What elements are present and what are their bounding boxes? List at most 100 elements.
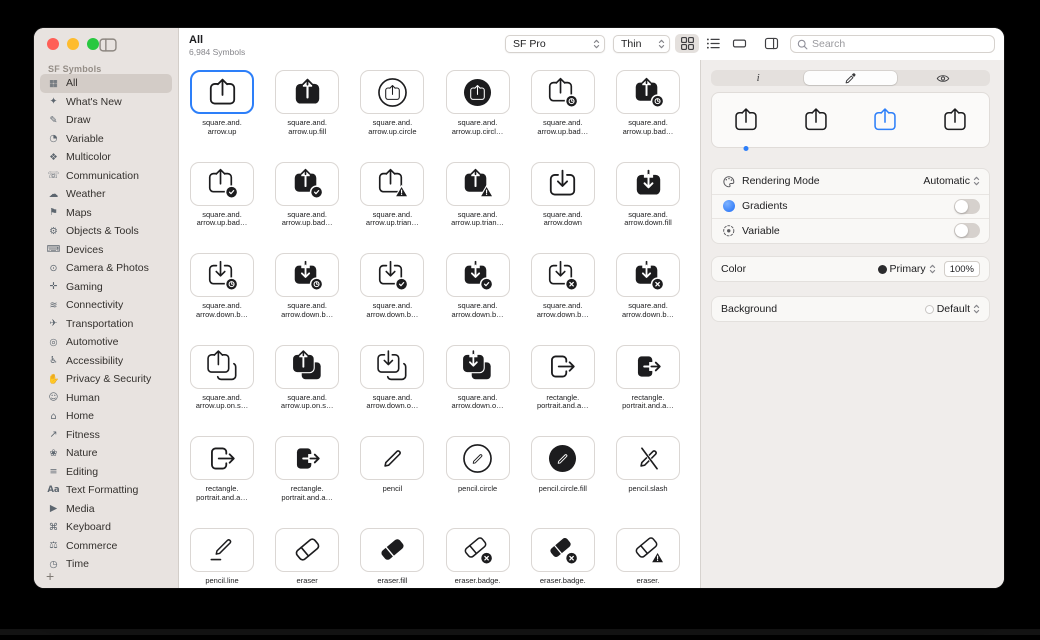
symbol-thumbnail[interactable]	[531, 70, 595, 114]
symbol-thumbnail[interactable]	[360, 528, 424, 572]
symbol-cell[interactable]: square.and.arrow.up.bad…	[525, 70, 601, 136]
search-field[interactable]	[790, 35, 995, 53]
symbol-cell[interactable]: square.and.arrow.up.on.s…	[184, 345, 260, 411]
symbol-thumbnail[interactable]	[616, 528, 680, 572]
sidebar-item-objects-tools[interactable]: ⚙ Objects & Tools	[40, 222, 172, 241]
sidebar-item-transportation[interactable]: ✈ Transportation	[40, 315, 172, 334]
symbol-thumbnail[interactable]	[616, 253, 680, 297]
font-popup[interactable]: SF Pro	[505, 35, 605, 53]
sidebar-item-privacy-security[interactable]: ✋ Privacy & Security	[40, 370, 172, 389]
sidebar-item-devices[interactable]: ⌨ Devices	[40, 241, 172, 260]
preview-variant[interactable]	[935, 100, 975, 140]
eyedropper-tab[interactable]	[804, 71, 896, 85]
sidebar-item-gaming[interactable]: ✛ Gaming	[40, 278, 172, 297]
sidebar-item-camera-photos[interactable]: ⊙ Camera & Photos	[40, 259, 172, 278]
symbol-thumbnail[interactable]	[275, 162, 339, 206]
info-tab[interactable]: i	[712, 71, 804, 85]
sidebar-toggle-icon[interactable]	[96, 37, 120, 53]
sidebar-item-fitness[interactable]: ↗ Fitness	[40, 426, 172, 445]
sidebar-item-commerce[interactable]: ⚖ Commerce	[40, 537, 172, 556]
symbol-thumbnail[interactable]	[275, 436, 339, 480]
sidebar-item-weather[interactable]: ☁ Weather	[40, 185, 172, 204]
symbol-cell[interactable]: eraser.fill	[354, 528, 430, 586]
symbol-thumbnail[interactable]	[275, 70, 339, 114]
variable-toggle[interactable]	[954, 223, 980, 238]
symbol-thumbnail[interactable]	[190, 70, 254, 114]
symbol-thumbnail[interactable]	[190, 436, 254, 480]
symbol-thumbnail[interactable]	[616, 345, 680, 389]
preview-variant[interactable]	[865, 100, 905, 140]
symbol-cell[interactable]: square.and.arrow.up	[184, 70, 260, 136]
symbol-thumbnail[interactable]	[616, 70, 680, 114]
symbol-cell[interactable]: square.and.arrow.up.circl…	[440, 70, 516, 136]
symbol-thumbnail[interactable]	[616, 162, 680, 206]
symbol-thumbnail[interactable]	[190, 162, 254, 206]
symbol-thumbnail[interactable]	[360, 253, 424, 297]
symbol-thumbnail[interactable]	[616, 436, 680, 480]
sidebar-item-connectivity[interactable]: ≋ Connectivity	[40, 296, 172, 315]
symbol-thumbnail[interactable]	[531, 528, 595, 572]
symbol-thumbnail[interactable]	[531, 436, 595, 480]
symbol-cell[interactable]: eraser	[269, 528, 345, 586]
symbol-cell[interactable]: eraser.badge.	[525, 528, 601, 586]
color-popup[interactable]: Primary	[878, 263, 936, 275]
symbol-thumbnail[interactable]	[446, 162, 510, 206]
grid-view-icon[interactable]	[675, 34, 699, 53]
symbol-thumbnail[interactable]	[190, 528, 254, 572]
symbol-cell[interactable]: pencil.line	[184, 528, 260, 586]
close-button[interactable]	[47, 38, 59, 50]
symbol-cell[interactable]: square.and.arrow.down.fill	[610, 162, 686, 228]
sidebar-item-time[interactable]: ◷ Time	[40, 555, 172, 574]
opacity-field[interactable]: 100%	[944, 261, 980, 277]
preview-variant[interactable]	[796, 100, 836, 140]
sidebar-item-editing[interactable]: ≡ Editing	[40, 463, 172, 482]
sidebar-item-draw[interactable]: ✎ Draw	[40, 111, 172, 130]
symbol-cell[interactable]: pencil.circle	[440, 436, 516, 494]
symbol-thumbnail[interactable]	[446, 253, 510, 297]
sidebar-item-all[interactable]: ▦ All	[40, 74, 172, 93]
sidebar-item-multicolor[interactable]: ❖ Multicolor	[40, 148, 172, 167]
symbol-thumbnail[interactable]	[531, 253, 595, 297]
gallery-view-icon[interactable]	[727, 34, 751, 53]
symbol-cell[interactable]: pencil.circle.fill	[525, 436, 601, 494]
inspector-toggle-icon[interactable]	[759, 34, 783, 53]
symbol-cell[interactable]: square.and.arrow.down.b…	[184, 253, 260, 319]
symbol-cell[interactable]: square.and.arrow.up.trian…	[440, 162, 516, 228]
symbol-cell[interactable]: square.and.arrow.up.bad…	[269, 162, 345, 228]
rendering-mode-popup[interactable]: Automatic	[923, 175, 980, 187]
minimize-button[interactable]	[67, 38, 79, 50]
symbol-cell[interactable]: square.and.arrow.down.o…	[354, 345, 430, 411]
sidebar-item-text-formatting[interactable]: Aa Text Formatting	[40, 481, 172, 500]
list-view-icon[interactable]	[701, 34, 725, 53]
symbol-cell[interactable]: square.and.arrow.down.b…	[269, 253, 345, 319]
sidebar-item-automotive[interactable]: ◎ Automotive	[40, 333, 172, 352]
symbol-thumbnail[interactable]	[446, 436, 510, 480]
sidebar-item-keyboard[interactable]: ⌘ Keyboard	[40, 518, 172, 537]
symbol-cell[interactable]: pencil.slash	[610, 436, 686, 494]
sidebar-item-home[interactable]: ⌂ Home	[40, 407, 172, 426]
symbol-thumbnail[interactable]	[360, 70, 424, 114]
symbol-cell[interactable]: square.and.arrow.down.o…	[440, 345, 516, 411]
symbol-thumbnail[interactable]	[360, 162, 424, 206]
symbol-cell[interactable]: rectangle.portrait.and.a…	[269, 436, 345, 502]
symbol-thumbnail[interactable]	[275, 345, 339, 389]
symbol-cell[interactable]: rectangle.portrait.and.a…	[184, 436, 260, 502]
symbol-thumbnail[interactable]	[446, 345, 510, 389]
symbol-cell[interactable]: square.and.arrow.up.circle	[354, 70, 430, 136]
eye-tab[interactable]	[897, 71, 989, 85]
weight-popup[interactable]: Thin	[613, 35, 670, 53]
symbol-cell[interactable]: square.and.arrow.down	[525, 162, 601, 228]
symbol-cell[interactable]: square.and.arrow.up.on.s…	[269, 345, 345, 411]
symbol-cell[interactable]: square.and.arrow.down.b…	[354, 253, 430, 319]
background-popup[interactable]: Default	[925, 303, 980, 315]
symbol-cell[interactable]: eraser.	[610, 528, 686, 586]
symbol-thumbnail[interactable]	[531, 162, 595, 206]
add-collection-button[interactable]: +	[46, 569, 54, 583]
symbol-thumbnail[interactable]	[190, 253, 254, 297]
sidebar-item-variable[interactable]: ◔ Variable	[40, 130, 172, 149]
symbol-cell[interactable]: square.and.arrow.up.trian…	[354, 162, 430, 228]
sidebar-item-human[interactable]: ☺ Human	[40, 389, 172, 408]
gradients-toggle[interactable]	[954, 199, 980, 214]
symbol-cell[interactable]: square.and.arrow.down.b…	[525, 253, 601, 319]
symbol-cell[interactable]: rectangle.portrait.and.a…	[610, 345, 686, 411]
